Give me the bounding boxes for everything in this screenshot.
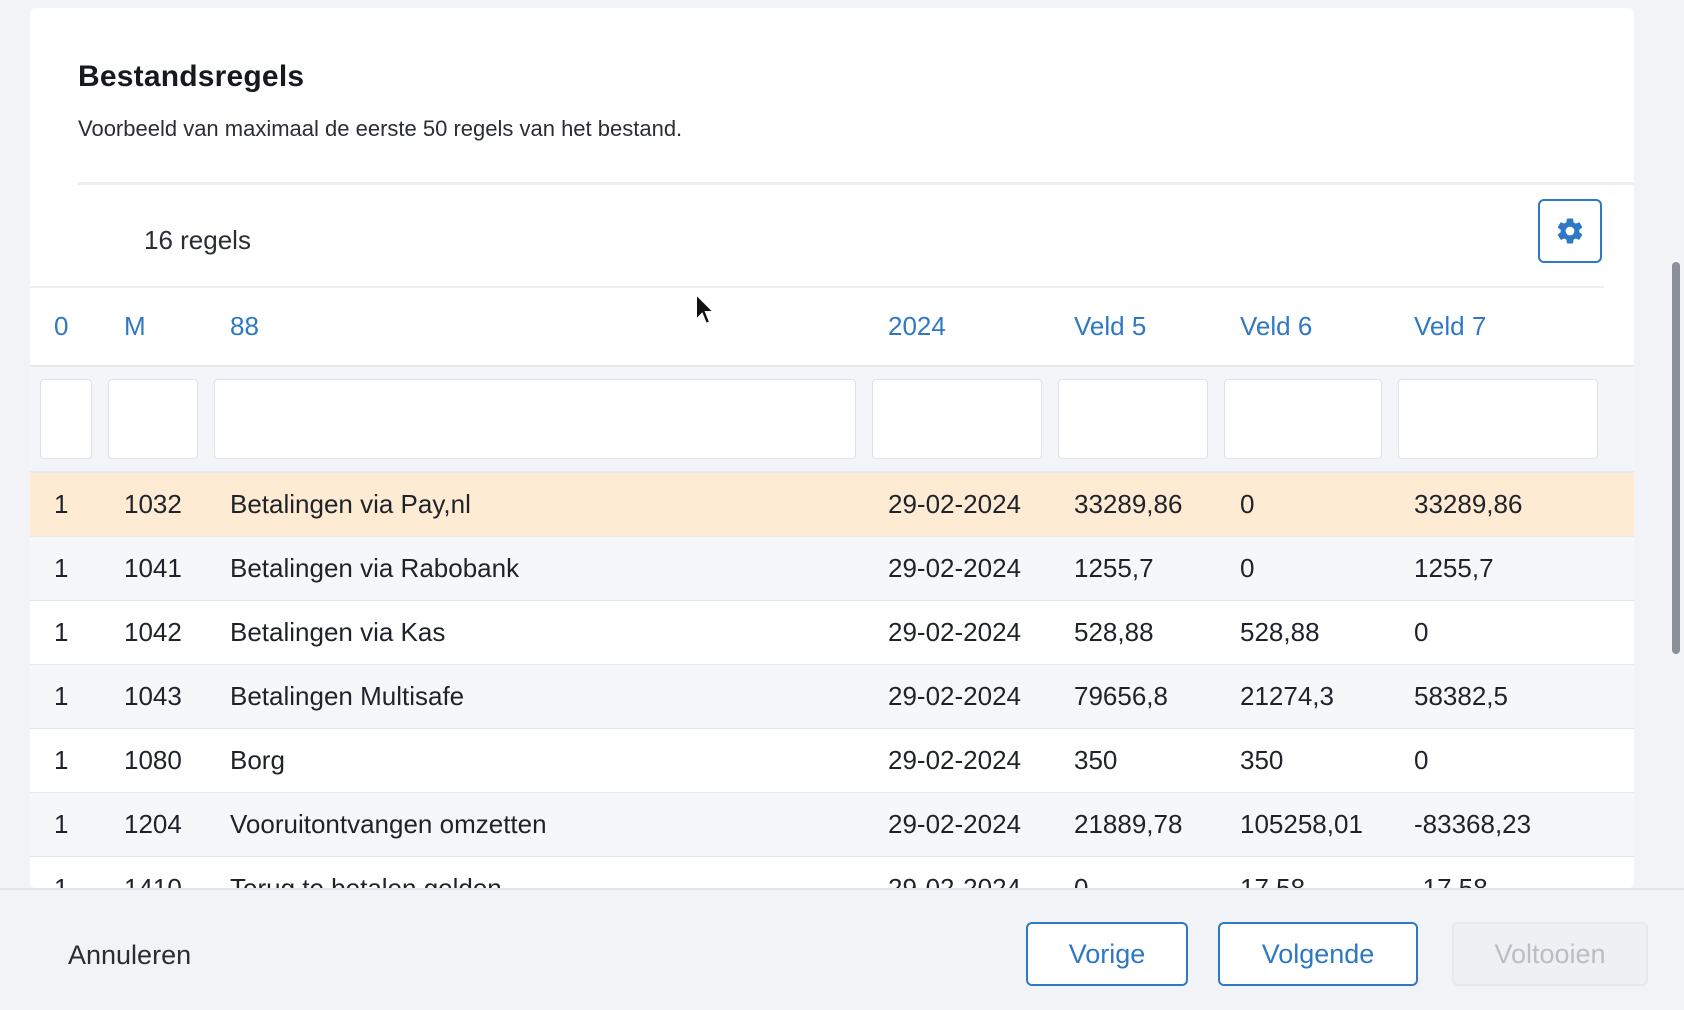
vertical-scrollbar[interactable] xyxy=(1672,262,1680,654)
table-cell: 1255,7 xyxy=(1050,536,1216,601)
import-dialog: Bestandsregels Voorbeeld van maximaal de… xyxy=(30,8,1634,888)
filter-row xyxy=(30,366,1634,473)
filter-input-2024[interactable] xyxy=(872,379,1042,459)
table-cell: 528,88 xyxy=(1050,600,1216,665)
row-count-label: 16 regels xyxy=(144,225,251,255)
table-body: 1 1032 Betalingen via Pay,nl 29-02-2024 … xyxy=(30,472,1634,888)
mouse-pointer-icon xyxy=(695,292,717,326)
table-cell: 58382,5 xyxy=(1390,664,1634,729)
table-settings-button[interactable] xyxy=(1538,199,1602,263)
table-cell: 1410 xyxy=(100,856,206,888)
table-cell: 0 xyxy=(1390,600,1634,665)
table-toolbar: 16 regels xyxy=(30,185,1634,288)
page-title: Bestandsregels xyxy=(78,60,305,93)
table-cell: 1 xyxy=(30,472,100,537)
table-cell: Betalingen via Pay,nl xyxy=(206,472,864,537)
column-header-veld-7[interactable]: Veld 7 xyxy=(1390,288,1634,367)
table-cell: Borg xyxy=(206,728,864,793)
table-cell: 21274,3 xyxy=(1216,664,1390,729)
table-cell: 29-02-2024 xyxy=(864,856,1050,888)
table-row[interactable]: 1 1041 Betalingen via Rabobank 29-02-202… xyxy=(30,536,1634,601)
dialog-header: Bestandsregels xyxy=(78,60,304,94)
table-row[interactable]: 1 1410 Terug te betalen gelden 29-02-202… xyxy=(30,856,1634,888)
filter-cell xyxy=(30,366,100,473)
finish-button: Voltooien xyxy=(1452,922,1648,986)
table-cell: 33289,86 xyxy=(1390,472,1634,537)
table-cell: -17,58 xyxy=(1390,856,1634,888)
filter-input-veld-6[interactable] xyxy=(1224,379,1382,459)
table-cell: 29-02-2024 xyxy=(864,536,1050,601)
filter-cell xyxy=(206,366,864,473)
filter-input-m[interactable] xyxy=(108,379,198,459)
table-row[interactable]: 1 1042 Betalingen via Kas 29-02-2024 528… xyxy=(30,600,1634,665)
filter-input-88[interactable] xyxy=(214,379,856,459)
table-cell: 1 xyxy=(30,664,100,729)
previous-button[interactable]: Vorige xyxy=(1026,922,1188,986)
table-cell: 79656,8 xyxy=(1050,664,1216,729)
table-cell: 1 xyxy=(30,536,100,601)
table-cell: 21889,78 xyxy=(1050,792,1216,857)
table-cell: 29-02-2024 xyxy=(864,664,1050,729)
table-cell: 1 xyxy=(30,792,100,857)
table-cell: 0 xyxy=(1216,472,1390,537)
table-row[interactable]: 1 1032 Betalingen via Pay,nl 29-02-2024 … xyxy=(30,472,1634,537)
column-header-m[interactable]: M xyxy=(100,288,206,367)
data-table: 0 M 88 2024 Veld 5 Veld 6 Veld 7 1 1032 … xyxy=(30,288,1634,888)
column-header-2024[interactable]: 2024 xyxy=(864,288,1050,367)
next-button[interactable]: Volgende xyxy=(1218,922,1418,986)
table-cell: 105258,01 xyxy=(1216,792,1390,857)
filter-cell xyxy=(1050,366,1216,473)
table-cell: Betalingen via Kas xyxy=(206,600,864,665)
table-cell: 1 xyxy=(30,600,100,665)
table-cell: 29-02-2024 xyxy=(864,792,1050,857)
column-header-88[interactable]: 88 xyxy=(206,288,864,367)
table-cell: 29-02-2024 xyxy=(864,728,1050,793)
table-cell: 33289,86 xyxy=(1050,472,1216,537)
table-cell: 1032 xyxy=(100,472,206,537)
table-cell: 1041 xyxy=(100,536,206,601)
page-subtitle: Voorbeeld van maximaal de eerste 50 rege… xyxy=(78,116,683,141)
table-row[interactable]: 1 1043 Betalingen Multisafe 29-02-2024 7… xyxy=(30,664,1634,729)
table-cell: 1080 xyxy=(100,728,206,793)
table-cell: 350 xyxy=(1050,728,1216,793)
table-cell: 1 xyxy=(30,856,100,888)
table-row[interactable]: 1 1204 Vooruitontvangen omzetten 29-02-2… xyxy=(30,792,1634,857)
table-cell: 0 xyxy=(1050,856,1216,888)
table-cell: 1 xyxy=(30,728,100,793)
filter-cell xyxy=(1390,366,1634,473)
filter-cell xyxy=(864,366,1050,473)
table-header-row: 0 M 88 2024 Veld 5 Veld 6 Veld 7 xyxy=(30,288,1634,367)
column-header-0[interactable]: 0 xyxy=(30,288,100,367)
table-cell: 1204 xyxy=(100,792,206,857)
table-cell: Vooruitontvangen omzetten xyxy=(206,792,864,857)
column-header-veld-6[interactable]: Veld 6 xyxy=(1216,288,1390,367)
table-row[interactable]: 1 1080 Borg 29-02-2024 350 350 0 xyxy=(30,728,1634,793)
table-cell: 0 xyxy=(1390,728,1634,793)
table-cell: 29-02-2024 xyxy=(864,600,1050,665)
table-cell: Betalingen Multisafe xyxy=(206,664,864,729)
table-cell: Terug te betalen gelden xyxy=(206,856,864,888)
dialog-footer: Annuleren Vorige Volgende Voltooien xyxy=(0,888,1684,1010)
filter-cell xyxy=(100,366,206,473)
filter-input-0[interactable] xyxy=(40,379,92,459)
table-cell: -83368,23 xyxy=(1390,792,1634,857)
table-cell: 0 xyxy=(1216,536,1390,601)
table-cell: Betalingen via Rabobank xyxy=(206,536,864,601)
cancel-button[interactable]: Annuleren xyxy=(68,940,191,971)
filter-cell xyxy=(1216,366,1390,473)
filter-input-veld-5[interactable] xyxy=(1058,379,1208,459)
table-cell: 29-02-2024 xyxy=(864,472,1050,537)
table-cell: 350 xyxy=(1216,728,1390,793)
table-cell: 1255,7 xyxy=(1390,536,1634,601)
filter-input-veld-7[interactable] xyxy=(1398,379,1598,459)
table-cell: 1043 xyxy=(100,664,206,729)
table-cell: 17,58 xyxy=(1216,856,1390,888)
table-cell: 528,88 xyxy=(1216,600,1390,665)
table-cell: 1042 xyxy=(100,600,206,665)
column-header-veld-5[interactable]: Veld 5 xyxy=(1050,288,1216,367)
gear-icon xyxy=(1557,218,1583,244)
